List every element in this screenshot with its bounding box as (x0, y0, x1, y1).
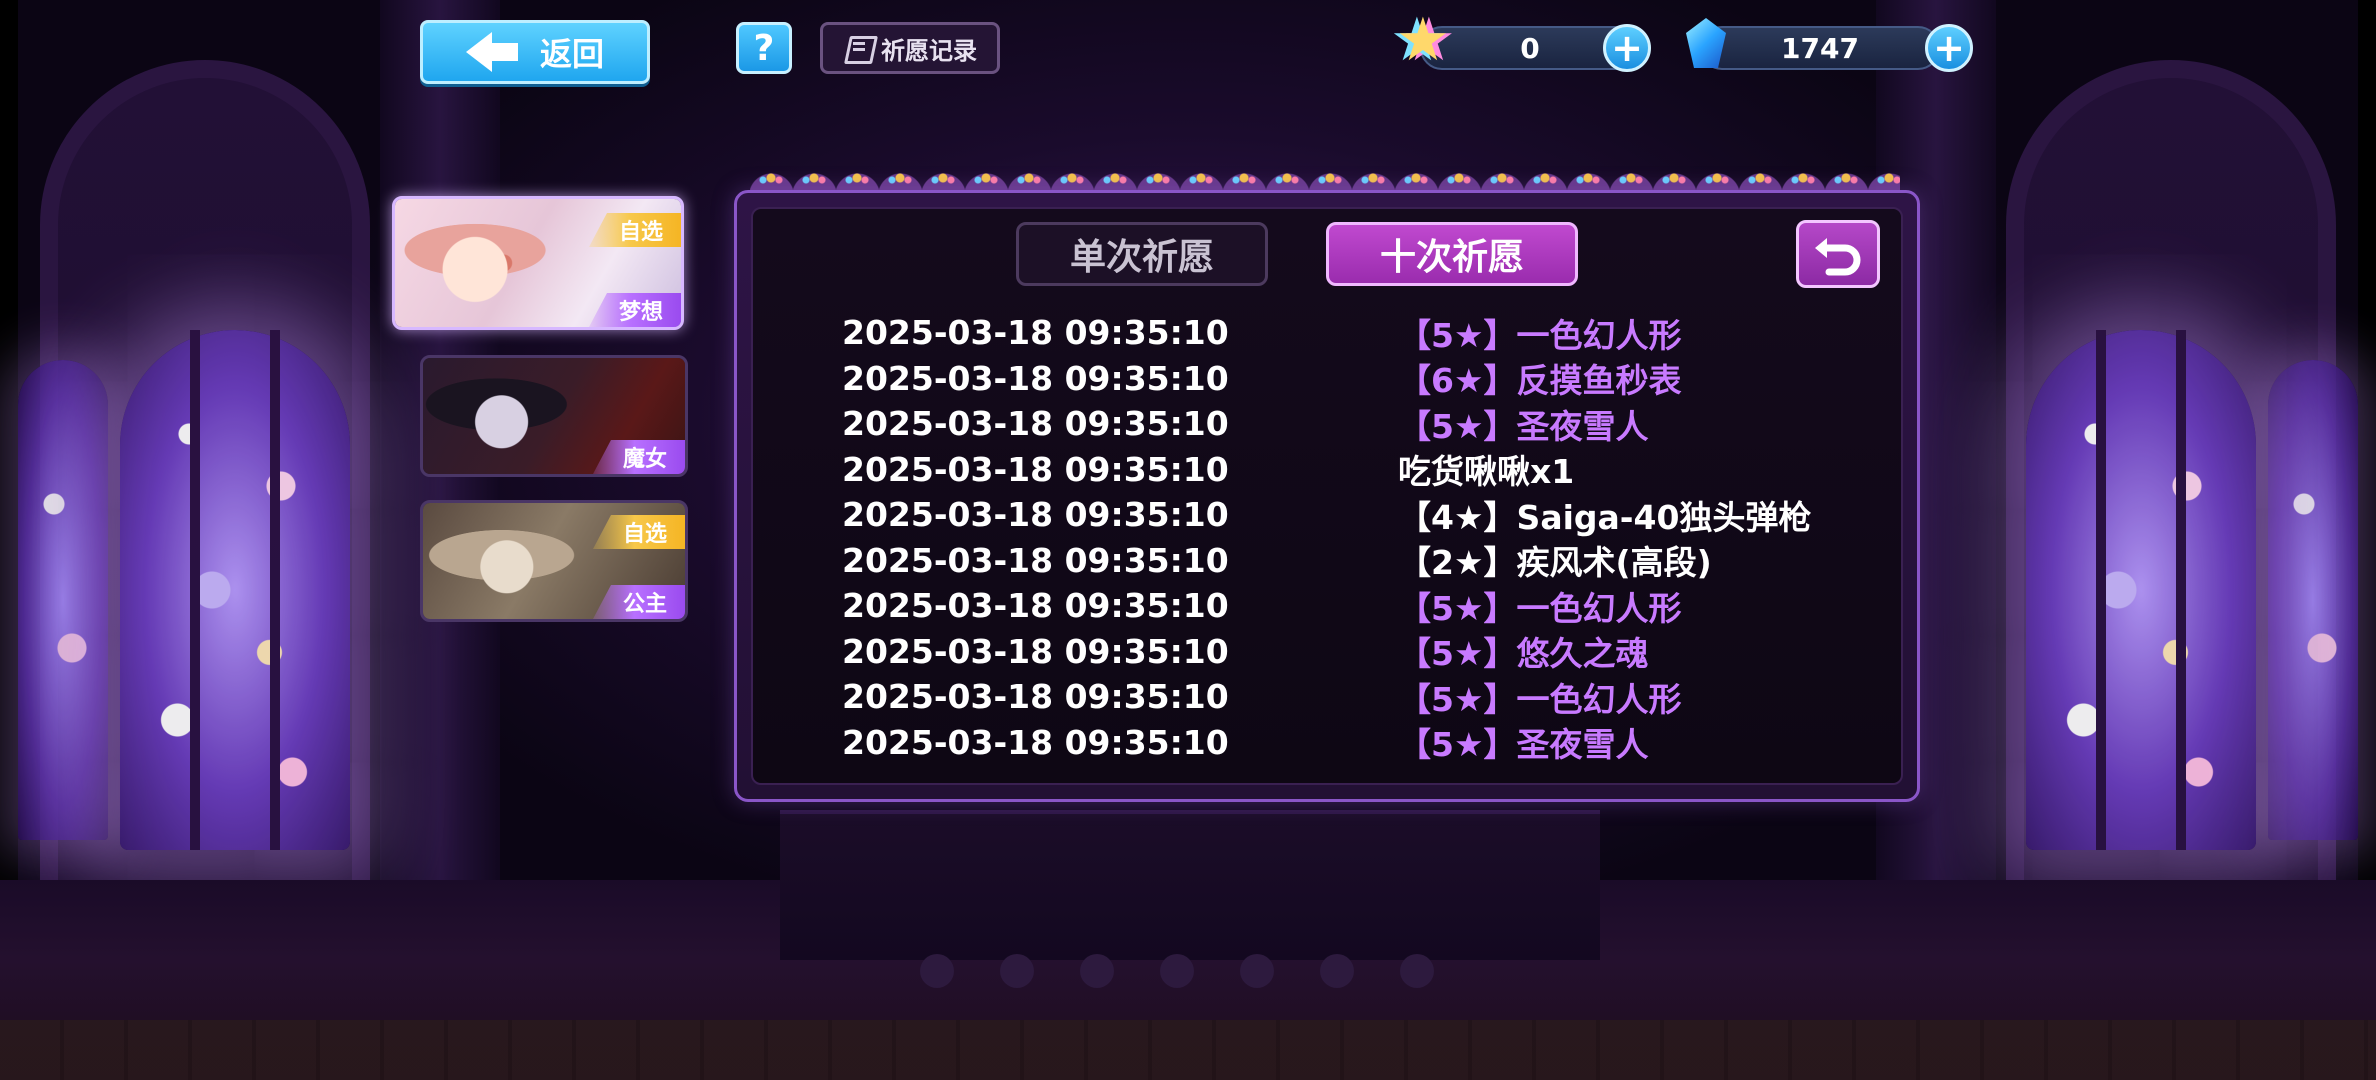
wish-record-button[interactable]: 祈愿记录 (820, 22, 1000, 74)
tab-single-wish[interactable]: 单次祈愿 (1016, 222, 1268, 286)
record-item: 【5★】一色幻人形 (1398, 588, 1682, 628)
banner-card-witch[interactable]: 魔女 (420, 355, 688, 477)
currency-gem-value: 1747 (1781, 31, 1859, 65)
record-time: 2025-03-18 09:35:10 (842, 495, 1229, 535)
return-button[interactable] (1796, 220, 1880, 288)
record-item: 【5★】一色幻人形 (1398, 315, 1682, 355)
stained-glass-window-right (2026, 330, 2256, 850)
record-row: 2025-03-18 09:35:10 【5★】一色幻人形 (842, 674, 1842, 720)
record-row: 2025-03-18 09:35:10 【5★】悠久之魂 (842, 629, 1842, 675)
record-item: 【4★】Saiga-40独头弹枪 (1398, 497, 1812, 537)
record-item: 【5★】圣夜雪人 (1398, 406, 1649, 446)
stained-glass-window-edge-right (2268, 360, 2358, 840)
record-row: 2025-03-18 09:35:10 【5★】一色幻人形 (842, 583, 1842, 629)
record-row: 2025-03-18 09:35:10 吃货啾啾x1 (842, 447, 1842, 493)
stained-glass-window-edge-left (18, 360, 108, 840)
currency-star-value: 0 (1520, 31, 1540, 65)
stained-glass-window-left (120, 330, 350, 850)
altar (780, 810, 1600, 988)
record-book-icon (843, 34, 873, 62)
help-icon: ? (753, 27, 775, 69)
record-time: 2025-03-18 09:35:10 (842, 631, 1229, 671)
record-time: 2025-03-18 09:35:10 (842, 313, 1229, 353)
record-row: 2025-03-18 09:35:10 【5★】圣夜雪人 (842, 720, 1842, 766)
record-row: 2025-03-18 09:35:10 【6★】反摸鱼秒表 (842, 356, 1842, 402)
record-item: 【2★】疾风术(高段) (1398, 543, 1712, 583)
record-row: 2025-03-18 09:35:10 【5★】圣夜雪人 (842, 401, 1842, 447)
record-time: 2025-03-18 09:35:10 (842, 404, 1229, 444)
plus-icon: + (1933, 26, 1965, 70)
rainbow-star-icon (1396, 10, 1452, 72)
record-time: 2025-03-18 09:35:10 (842, 677, 1229, 717)
back-arrow-icon (465, 32, 518, 72)
record-time: 2025-03-18 09:35:10 (842, 358, 1229, 398)
record-row: 2025-03-18 09:35:10 【2★】疾风术(高段) (842, 538, 1842, 584)
banner-card-princess[interactable]: 自选 公主 (420, 500, 688, 622)
record-row: 2025-03-18 09:35:10 【4★】Saiga-40独头弹枪 (842, 492, 1842, 538)
blue-crystal-icon (1678, 16, 1734, 72)
record-item: 【5★】一色幻人形 (1398, 679, 1682, 719)
help-button[interactable]: ? (736, 22, 792, 74)
add-star-currency-button[interactable]: + (1603, 24, 1651, 72)
banner-card-dream[interactable]: 自选 梦想 (392, 196, 684, 330)
undo-arrow-icon (1815, 238, 1861, 276)
back-button[interactable]: 返回 (420, 20, 650, 84)
wish-record-label: 祈愿记录 (881, 36, 977, 65)
record-time: 2025-03-18 09:35:10 (842, 586, 1229, 626)
record-item: 吃货啾啾x1 (1398, 452, 1575, 492)
currency-gem-display: 1747 (1700, 26, 1940, 70)
record-item: 【5★】圣夜雪人 (1398, 725, 1649, 765)
record-time: 2025-03-18 09:35:10 (842, 722, 1229, 762)
record-time: 2025-03-18 09:35:10 (842, 449, 1229, 489)
record-item: 【5★】悠久之魂 (1398, 634, 1649, 674)
record-row: 2025-03-18 09:35:10 【5★】一色幻人形 (842, 310, 1842, 356)
plus-icon: + (1611, 26, 1643, 70)
add-gem-currency-button[interactable]: + (1925, 24, 1973, 72)
tab-ten-wish[interactable]: 十次祈愿 (1326, 222, 1578, 286)
record-item: 【6★】反摸鱼秒表 (1398, 361, 1682, 401)
wish-record-list: 2025-03-18 09:35:10 【5★】一色幻人形 2025-03-18… (842, 310, 1842, 765)
record-time: 2025-03-18 09:35:10 (842, 540, 1229, 580)
back-button-label: 返回 (539, 35, 604, 73)
panel-gem-ornaments (750, 168, 1900, 188)
